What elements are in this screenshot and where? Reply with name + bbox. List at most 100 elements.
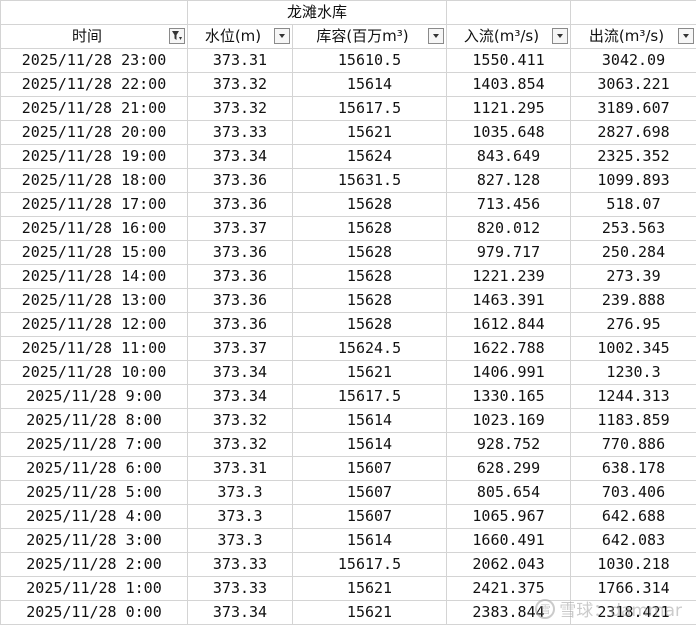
water-level-cell[interactable]: 373.34: [187, 600, 293, 625]
time-cell[interactable]: 2025/11/28 21:00: [0, 96, 188, 121]
outflow-cell[interactable]: 3063.221: [570, 72, 696, 97]
water-level-cell[interactable]: 373.32: [187, 72, 293, 97]
capacity-cell[interactable]: 15628: [291, 192, 448, 217]
outflow-cell[interactable]: 638.178: [570, 456, 696, 481]
outflow-cell[interactable]: 1230.3: [570, 360, 696, 385]
inflow-cell[interactable]: 1612.844: [446, 312, 572, 337]
time-cell[interactable]: 2025/11/28 9:00: [0, 384, 188, 409]
water-level-cell[interactable]: 373.37: [187, 336, 293, 361]
time-cell[interactable]: 2025/11/28 15:00: [0, 240, 188, 265]
filter-dropdown-button[interactable]: [678, 28, 695, 44]
outflow-cell[interactable]: 2325.352: [570, 144, 696, 169]
capacity-cell[interactable]: 15607: [291, 480, 448, 505]
water-level-cell[interactable]: 373.36: [187, 192, 293, 217]
time-cell[interactable]: 2025/11/28 6:00: [0, 456, 188, 481]
time-cell[interactable]: 2025/11/28 19:00: [0, 144, 188, 169]
water-level-cell[interactable]: 373.34: [187, 384, 293, 409]
inflow-cell[interactable]: 979.717: [446, 240, 572, 265]
capacity-cell[interactable]: 15607: [291, 456, 448, 481]
filter-dropdown-button[interactable]: [428, 28, 445, 44]
inflow-cell[interactable]: 928.752: [446, 432, 572, 457]
capacity-cell[interactable]: 15614: [291, 432, 448, 457]
capacity-cell[interactable]: 15621: [291, 120, 448, 145]
outflow-cell[interactable]: 3189.607: [570, 96, 696, 121]
time-cell[interactable]: 2025/11/28 7:00: [0, 432, 188, 457]
outflow-cell[interactable]: 1183.859: [570, 408, 696, 433]
water-level-cell[interactable]: 373.36: [187, 240, 293, 265]
water-level-cell[interactable]: 373.32: [187, 96, 293, 121]
outflow-cell[interactable]: 276.95: [570, 312, 696, 337]
capacity-cell[interactable]: 15614: [291, 408, 448, 433]
inflow-cell[interactable]: 1065.967: [446, 504, 572, 529]
inflow-cell[interactable]: 820.012: [446, 216, 572, 241]
outflow-cell[interactable]: 1099.893: [570, 168, 696, 193]
inflow-cell[interactable]: 1035.648: [446, 120, 572, 145]
inflow-cell[interactable]: 628.299: [446, 456, 572, 481]
header-inflow[interactable]: 入流(m³/s): [446, 24, 572, 49]
capacity-cell[interactable]: 15621: [291, 576, 448, 601]
time-cell[interactable]: 2025/11/28 3:00: [0, 528, 188, 553]
capacity-cell[interactable]: 15628: [291, 288, 448, 313]
water-level-cell[interactable]: 373.36: [187, 312, 293, 337]
time-cell[interactable]: 2025/11/28 16:00: [0, 216, 188, 241]
inflow-cell[interactable]: 1221.239: [446, 264, 572, 289]
inflow-cell[interactable]: 1023.169: [446, 408, 572, 433]
water-level-cell[interactable]: 373.3: [187, 528, 293, 553]
outflow-cell[interactable]: 3042.09: [570, 48, 696, 73]
inflow-cell[interactable]: 1463.391: [446, 288, 572, 313]
water-level-cell[interactable]: 373.34: [187, 144, 293, 169]
outflow-cell[interactable]: 239.888: [570, 288, 696, 313]
outflow-cell[interactable]: 1002.345: [570, 336, 696, 361]
outflow-cell[interactable]: 518.07: [570, 192, 696, 217]
time-cell[interactable]: 2025/11/28 11:00: [0, 336, 188, 361]
capacity-cell[interactable]: 15628: [291, 216, 448, 241]
capacity-cell[interactable]: 15607: [291, 504, 448, 529]
water-level-cell[interactable]: 373.32: [187, 408, 293, 433]
empty-cell[interactable]: [0, 0, 188, 25]
capacity-cell[interactable]: 15621: [291, 360, 448, 385]
water-level-cell[interactable]: 373.32: [187, 432, 293, 457]
capacity-cell[interactable]: 15617.5: [291, 96, 448, 121]
filter-dropdown-button[interactable]: [552, 28, 569, 44]
time-cell[interactable]: 2025/11/28 1:00: [0, 576, 188, 601]
capacity-cell[interactable]: 15624: [291, 144, 448, 169]
time-cell[interactable]: 2025/11/28 4:00: [0, 504, 188, 529]
inflow-cell[interactable]: 2421.375: [446, 576, 572, 601]
water-level-cell[interactable]: 373.36: [187, 288, 293, 313]
inflow-cell[interactable]: 1121.295: [446, 96, 572, 121]
header-water-level[interactable]: 水位(m): [187, 24, 293, 49]
time-cell[interactable]: 2025/11/28 12:00: [0, 312, 188, 337]
water-level-cell[interactable]: 373.37: [187, 216, 293, 241]
inflow-cell[interactable]: 713.456: [446, 192, 572, 217]
empty-cell[interactable]: [570, 0, 696, 25]
inflow-cell[interactable]: 843.649: [446, 144, 572, 169]
outflow-cell[interactable]: 703.406: [570, 480, 696, 505]
capacity-cell[interactable]: 15624.5: [291, 336, 448, 361]
capacity-cell[interactable]: 15628: [291, 312, 448, 337]
inflow-cell[interactable]: 1550.411: [446, 48, 572, 73]
outflow-cell[interactable]: 1030.218: [570, 552, 696, 577]
inflow-cell[interactable]: 827.128: [446, 168, 572, 193]
time-cell[interactable]: 2025/11/28 20:00: [0, 120, 188, 145]
water-level-cell[interactable]: 373.36: [187, 168, 293, 193]
header-time[interactable]: 时间: [0, 24, 188, 49]
capacity-cell[interactable]: 15617.5: [291, 552, 448, 577]
filter-dropdown-button[interactable]: [274, 28, 290, 44]
inflow-cell[interactable]: 1622.788: [446, 336, 572, 361]
time-cell[interactable]: 2025/11/28 13:00: [0, 288, 188, 313]
water-level-cell[interactable]: 373.31: [187, 48, 293, 73]
water-level-cell[interactable]: 373.3: [187, 504, 293, 529]
time-cell[interactable]: 2025/11/28 18:00: [0, 168, 188, 193]
water-level-cell[interactable]: 373.34: [187, 360, 293, 385]
outflow-cell[interactable]: 253.563: [570, 216, 696, 241]
outflow-cell[interactable]: 642.688: [570, 504, 696, 529]
inflow-cell[interactable]: 1330.165: [446, 384, 572, 409]
water-level-cell[interactable]: 373.3: [187, 480, 293, 505]
time-cell[interactable]: 2025/11/28 8:00: [0, 408, 188, 433]
inflow-cell[interactable]: 805.654: [446, 480, 572, 505]
water-level-cell[interactable]: 373.36: [187, 264, 293, 289]
capacity-cell[interactable]: 15621: [291, 600, 448, 625]
outflow-cell[interactable]: 2318.421: [570, 600, 696, 625]
inflow-cell[interactable]: 2062.043: [446, 552, 572, 577]
outflow-cell[interactable]: 1244.313: [570, 384, 696, 409]
